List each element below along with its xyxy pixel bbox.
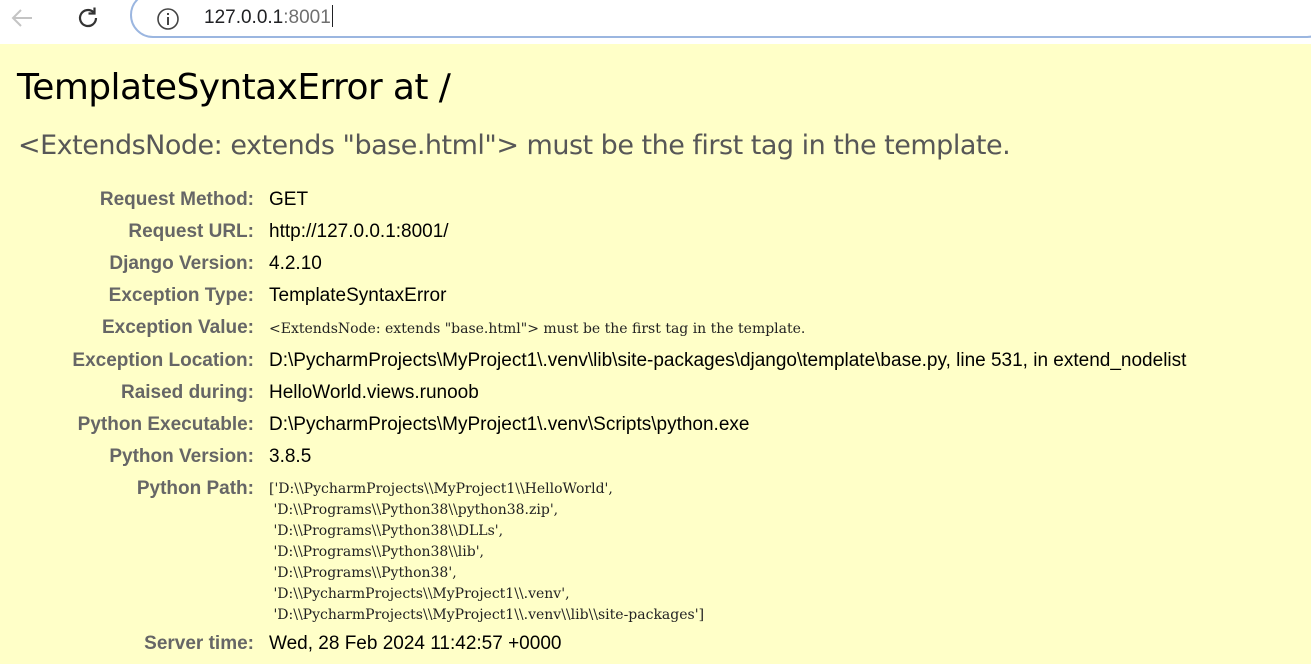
meta-value: <ExtendsNode: extends "base.html"> must …: [269, 321, 806, 337]
meta-value: 4.2.10: [269, 253, 322, 274]
meta-row-request-method: Request Method: GET: [0, 184, 1186, 216]
meta-row-server-time: Server time: Wed, 28 Feb 2024 11:42:57 +…: [0, 628, 1186, 660]
info-icon[interactable]: [156, 7, 180, 31]
meta-value: 3.8.5: [269, 446, 312, 467]
url-port: :8001: [283, 7, 331, 28]
error-page: TemplateSyntaxError at / <ExtendsNode: e…: [0, 44, 1311, 664]
meta-row-python-executable: Python Executable: D:\PycharmProjects\My…: [0, 409, 1186, 441]
meta-label: Raised during:: [120, 382, 254, 403]
meta-label: Exception Location:: [72, 350, 254, 371]
meta-value: ['D:\\PycharmProjects\\MyProject1\\Hello…: [269, 481, 705, 623]
meta-value-cell: ['D:\\PycharmProjects\\MyProject1\\Hello…: [269, 473, 1186, 628]
text-caret: [331, 5, 333, 27]
meta-value: TemplateSyntaxError: [269, 285, 447, 306]
browser-toolbar: 127.0.0.1:8001: [0, 0, 1311, 44]
request-meta-table: Request Method: GET Request URL: http://…: [0, 184, 1186, 660]
meta-value-cell: <ExtendsNode: extends "base.html"> must …: [269, 312, 1186, 345]
meta-row-django-version: Django Version: 4.2.10: [0, 248, 1186, 280]
meta-value: HelloWorld.views.runoob: [269, 382, 479, 403]
meta-row-request-url: Request URL: http://127.0.0.1:8001/: [0, 216, 1186, 248]
reload-button[interactable]: [70, 4, 106, 32]
meta-label: Request Method:: [99, 189, 254, 210]
meta-row-raised-during: Raised during: HelloWorld.views.runoob: [0, 377, 1186, 409]
back-button[interactable]: [4, 4, 40, 32]
meta-label: Python Executable:: [77, 414, 254, 435]
arrow-left-icon: [11, 9, 32, 27]
meta-row-exception-location: Exception Location: D:\PycharmProjects\M…: [0, 345, 1186, 377]
meta-label: Server time:: [144, 633, 254, 654]
meta-row-exception-value: Exception Value: <ExtendsNode: extends "…: [0, 312, 1186, 345]
url-input[interactable]: 127.0.0.1:8001: [204, 5, 333, 31]
page-title: TemplateSyntaxError at /: [17, 67, 451, 108]
meta-label: Exception Value:: [101, 317, 254, 338]
meta-value: D:\PycharmProjects\MyProject1\.venv\lib\…: [269, 350, 1187, 371]
meta-label: Python Path:: [136, 478, 254, 499]
meta-value: GET: [269, 189, 309, 210]
meta-label: Django Version:: [109, 253, 254, 274]
meta-label: Request URL:: [128, 221, 254, 242]
meta-row-python-path: Python Path: ['D:\\PycharmProjects\\MyPr…: [0, 473, 1186, 628]
meta-row-exception-type: Exception Type: TemplateSyntaxError: [0, 280, 1186, 312]
meta-label: Python Version:: [109, 446, 254, 467]
meta-label: Exception Type:: [108, 285, 254, 306]
meta-value: Wed, 28 Feb 2024 11:42:57 +0000: [269, 633, 562, 654]
url-host: 127.0.0.1: [204, 7, 284, 28]
meta-value: D:\PycharmProjects\MyProject1\.venv\Scri…: [269, 414, 750, 435]
meta-row-python-version: Python Version: 3.8.5: [0, 441, 1186, 473]
reload-icon: [78, 7, 98, 28]
meta-value: http://127.0.0.1:8001/: [269, 221, 449, 242]
exception-summary: <ExtendsNode: extends "base.html"> must …: [18, 130, 1011, 161]
